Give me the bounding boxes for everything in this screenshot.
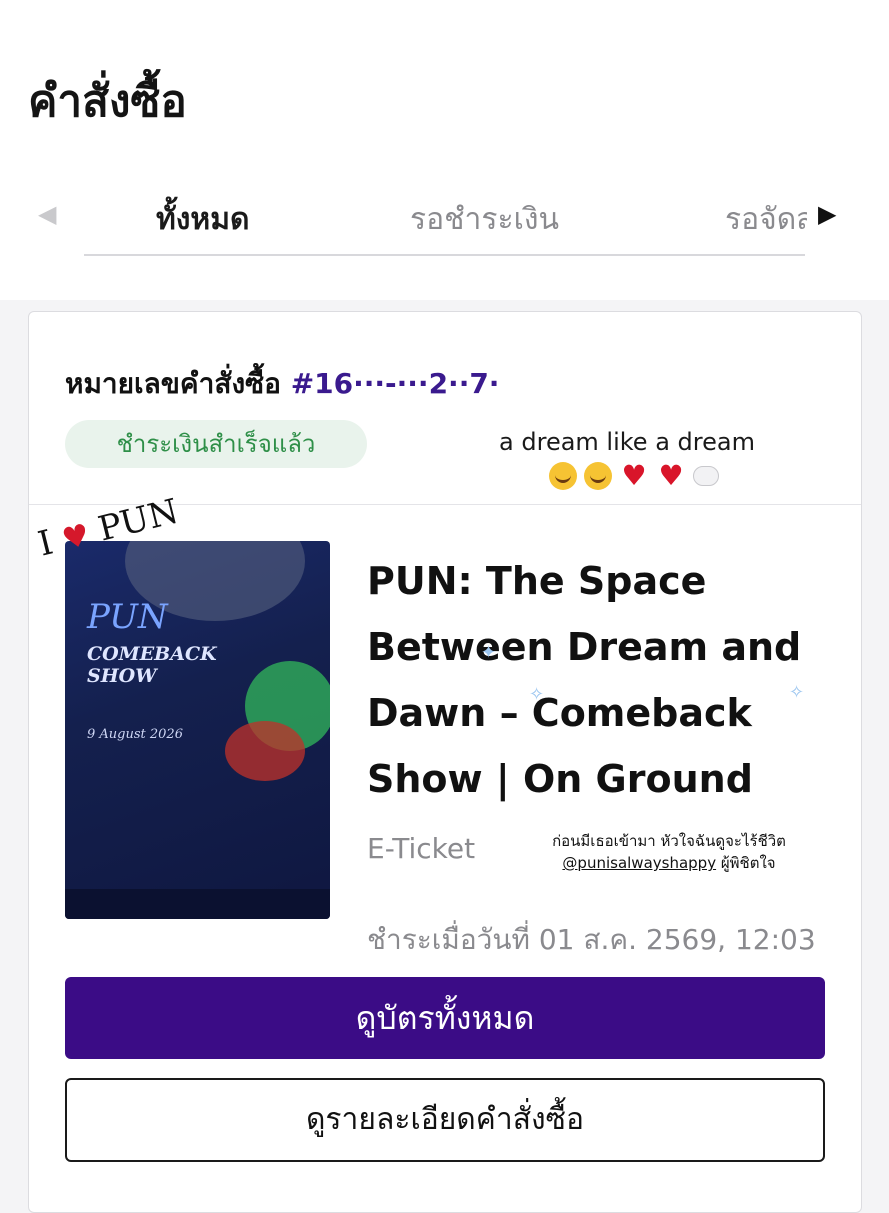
order-number-label: หมายเลขคำสั่งซื้อ (65, 367, 281, 400)
event-title: PUN: The Space Between Dream and Dawn – … (367, 559, 802, 801)
poster-title: PUN (87, 597, 168, 637)
header: คำสั่งซื้อ ◀ ทั้งหมด รอชำระเงิน รอจัดส่ง… (0, 0, 889, 300)
crying-face-icon (548, 462, 577, 490)
overlay-handle: @punisalwayshappy (562, 854, 717, 872)
poster-date: 9 August 2026 (87, 727, 183, 742)
overlay-note: a dream like a dream (499, 428, 755, 456)
tab-scroll-right-icon[interactable]: ▶ (818, 202, 836, 226)
sparkle-icon: ✦ (481, 642, 497, 663)
payment-status-badge: ชำระเงินสำเร็จแล้ว (65, 420, 367, 468)
event-poster[interactable]: PUN COMEBACK SHOW 9 August 2026 (65, 541, 330, 919)
order-card: หมายเลขคำสั่งซื้อ #16···-···2··7· ชำระเง… (28, 311, 862, 1213)
crying-face-icon (583, 462, 612, 490)
poster-bg-shape (225, 721, 305, 781)
tab-pending-payment[interactable]: รอชำระเงิน (410, 196, 559, 243)
overlay-caption: ก่อนมีเธอเข้ามา หัวใจฉันดูจะไร้ชีวิต @pu… (552, 832, 786, 872)
poster-sponsor-strip (65, 889, 330, 919)
view-order-details-button[interactable]: ดูรายละเอียดคำสั่งซื้อ (65, 1078, 825, 1162)
emoji-sticker-row: ♥ ♥ (539, 462, 729, 492)
heart-icon: ♥ (58, 517, 94, 558)
thought-cloud-icon (693, 466, 720, 486)
sparkle-icon: ✧ (529, 684, 545, 705)
view-all-tickets-button[interactable]: ดูบัตรทั้งหมด (65, 977, 825, 1059)
paid-at-timestamp: ชำระเมื่อวันที่ 01 ส.ค. 2569, 12:03 (367, 923, 816, 956)
tab-pending-shipping[interactable]: รอจัดส่ง (725, 196, 807, 243)
sparkle-icon: ✧ (789, 682, 805, 703)
ticket-type: E-Ticket (367, 832, 476, 865)
order-number: หมายเลขคำสั่งซื้อ #16···-···2··7· (65, 362, 499, 406)
poster-subtitle: COMEBACK SHOW (87, 643, 217, 687)
tab-scroll-left-icon[interactable]: ◀ (38, 202, 56, 226)
red-heart-icon: ♥ (621, 459, 647, 492)
tab-underline (84, 254, 805, 256)
order-number-value: #16···-···2··7· (290, 367, 500, 400)
red-heart-icon: ♥ (658, 459, 684, 492)
page-title: คำสั่งซื้อ (28, 76, 187, 127)
tab-all[interactable]: ทั้งหมด (156, 196, 249, 243)
order-tabs: ◀ ทั้งหมด รอชำระเงิน รอจัดส่ง ▶ (0, 186, 889, 256)
